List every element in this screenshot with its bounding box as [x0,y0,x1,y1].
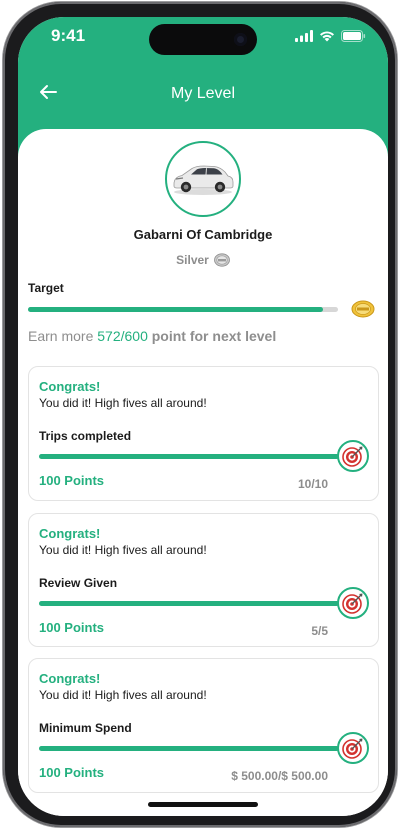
earn-suffix: point for next level [151,328,277,344]
earn-prefix: Earn more [28,328,94,344]
task-title: Review Given [39,576,118,590]
wifi-icon [320,31,334,42]
target-icon [337,587,369,619]
task-progress-fill [39,454,339,459]
target-icon [337,440,369,472]
home-indicator[interactable] [148,802,258,807]
target-progress-bar [28,307,338,312]
target-icon [337,732,369,764]
level-row: Silver [18,253,388,267]
phone-frame: 9:41 My Level Gabarni Of Cambridge Silve… [3,2,397,827]
car-image [173,165,234,195]
points-text: 100 Points [39,765,105,780]
task-progress-fill [39,746,339,751]
task-title: Trips completed [39,429,132,443]
congrats-text: Congrats! [39,671,101,686]
congrats-message: You did it! High fives all around! [39,396,207,410]
camera-icon [234,33,247,46]
earn-value: 572/600 [97,328,148,344]
achievement-card-spend[interactable]: Congrats! You did it! High fives all aro… [28,658,379,793]
page-title: My Level [170,85,236,102]
points-text: 100 Points [39,473,105,488]
target-label: Target [28,281,64,295]
gold-badge-icon [351,300,375,318]
task-progress-bar [39,601,339,606]
congrats-text: Congrats! [39,379,101,394]
battery-icon [341,30,366,42]
status-bar: 9:41 [18,17,388,57]
task-progress-fill [39,601,339,606]
bullseye-icon [342,446,363,467]
earn-more-text: Earn more 572/600 point for next level [28,328,276,344]
progress-count: 10/10 [297,477,328,491]
silver-badge-icon [213,253,230,267]
progress-count: 5/5 [311,624,328,638]
congrats-text: Congrats! [39,526,101,541]
points-text: 100 Points [39,620,105,635]
task-progress-bar [39,746,339,751]
user-name: Gabarni Of Cambridge [133,227,273,242]
status-time: 9:41 [51,26,86,45]
screen: 9:41 My Level Gabarni Of Cambridge Silve… [18,17,388,816]
task-title: Minimum Spend [39,721,132,735]
achievement-card-trips[interactable]: Congrats! You did it! High fives all aro… [28,366,379,501]
signal-icon [295,30,313,42]
dynamic-island [149,24,257,55]
target-progress-fill [28,307,324,312]
bullseye-icon [342,593,363,614]
avatar[interactable] [165,141,241,217]
progress-count: $ 500.00/$ 500.00 [231,769,328,783]
congrats-message: You did it! High fives all around! [39,688,207,702]
status-icons [295,29,366,43]
achievement-card-review[interactable]: Congrats! You did it! High fives all aro… [28,513,379,647]
bullseye-icon [342,738,363,759]
task-progress-bar [39,454,339,459]
congrats-message: You did it! High fives all around! [39,543,207,557]
level-label: Silver [176,253,209,267]
